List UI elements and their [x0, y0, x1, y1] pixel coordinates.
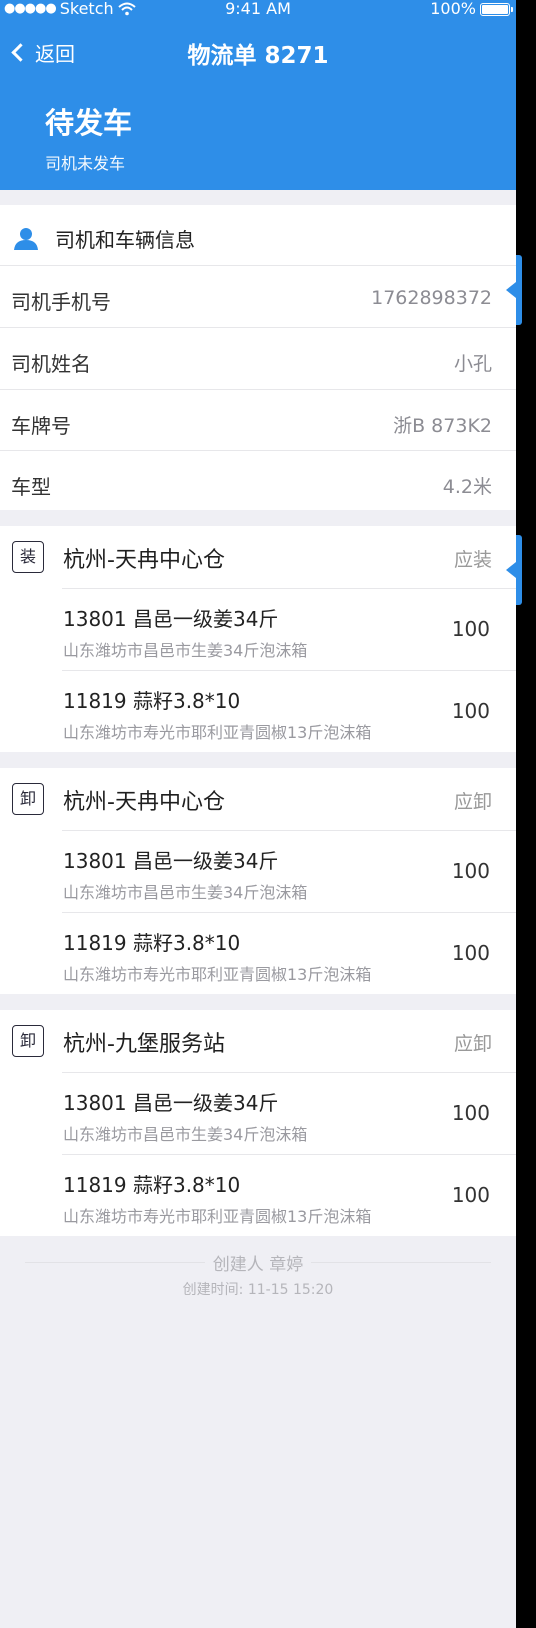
info-value: 小孔	[453, 353, 492, 375]
stop-card[interactable]: 卸 杭州-九堡服务站 应卸 13801 昌邑一级姜34斤 山东潍坊市昌邑市生姜3…	[0, 1010, 516, 1236]
info-label: 车牌号	[11, 414, 71, 438]
stop-card[interactable]: 装 杭州-天冉中心仓 应装 13801 昌邑一级姜34斤 山东潍坊市昌邑市生姜3…	[0, 526, 516, 752]
info-label: 车型	[11, 475, 51, 499]
info-row-name: 司机姓名 小孔	[0, 327, 516, 389]
goods-title: 11819 蒜籽3.8*10	[63, 931, 241, 955]
goods-row: 11819 蒜籽3.8*10 山东潍坊市寿光市耶利亚青圆椒13斤泡沫箱 100	[62, 912, 516, 994]
info-label: 司机手机号	[11, 290, 111, 314]
goods-qty: 100	[451, 941, 490, 965]
goods-title: 13801 昌邑一级姜34斤	[63, 1091, 279, 1115]
driver-info-header: 司机和车辆信息	[0, 205, 516, 265]
goods-row: 13801 昌邑一级姜34斤 山东潍坊市昌邑市生姜34斤泡沫箱 100	[62, 830, 516, 912]
goods-title: 13801 昌邑一级姜34斤	[63, 607, 279, 631]
page-title: 物流单 8271	[187, 43, 329, 69]
stop-header: 卸 杭州-九堡服务站 应卸	[0, 1010, 516, 1072]
status-bar: ●●●●● Sketch 9:41 AM 100%	[0, 0, 516, 20]
driver-info-title: 司机和车辆信息	[55, 228, 195, 252]
goods-title: 11819 蒜籽3.8*10	[63, 689, 241, 713]
order-status: 待发车	[45, 106, 133, 140]
side-handle[interactable]	[506, 255, 522, 325]
goods-desc: 山东潍坊市寿光市耶利亚青圆椒13斤泡沫箱	[63, 965, 372, 984]
goods-qty: 100	[451, 1101, 490, 1125]
status-bar-right: 100%	[430, 0, 513, 18]
info-value: 浙B 873K2	[393, 415, 492, 437]
stop-type: 应卸	[453, 791, 492, 813]
right-edge-strip	[516, 0, 536, 1628]
goods-qty: 100	[451, 699, 490, 723]
stop-name: 杭州-天冉中心仓	[63, 790, 225, 815]
stop-header: 装 杭州-天冉中心仓 应装	[0, 526, 516, 588]
unload-badge: 卸	[12, 1025, 44, 1057]
goods-desc: 山东潍坊市寿光市耶利亚青圆椒13斤泡沫箱	[63, 723, 372, 742]
goods-desc: 山东潍坊市昌邑市生姜34斤泡沫箱	[63, 641, 308, 660]
goods-qty: 100	[451, 617, 490, 641]
goods-desc: 山东潍坊市昌邑市生姜34斤泡沫箱	[63, 1125, 308, 1144]
goods-row: 13801 昌邑一级姜34斤 山东潍坊市昌邑市生姜34斤泡沫箱 100	[62, 1072, 516, 1154]
stop-card[interactable]: 卸 杭州-天冉中心仓 应卸 13801 昌邑一级姜34斤 山东潍坊市昌邑市生姜3…	[0, 768, 516, 994]
goods-desc: 山东潍坊市寿光市耶利亚青圆椒13斤泡沫箱	[63, 1207, 372, 1226]
info-value[interactable]: 1762898372	[371, 287, 492, 309]
goods-desc: 山东潍坊市昌邑市生姜34斤泡沫箱	[63, 883, 308, 902]
info-value: 4.2米	[442, 476, 492, 498]
goods-qty: 100	[451, 859, 490, 883]
goods-row: 13801 昌邑一级姜34斤 山东潍坊市昌邑市生姜34斤泡沫箱 100	[62, 588, 516, 670]
created-time: 创建时间: 11-15 15:20	[182, 1282, 334, 1298]
header: ●●●●● Sketch 9:41 AM 100% 返回 物流单 8271 待发…	[0, 0, 516, 190]
load-badge: 装	[12, 541, 44, 573]
stop-name: 杭州-天冉中心仓	[63, 548, 225, 573]
order-status-detail: 司机未发车	[45, 154, 126, 173]
stop-type: 应装	[453, 549, 492, 571]
unload-badge: 卸	[12, 783, 44, 815]
info-row-plate: 车牌号 浙B 873K2	[0, 389, 516, 451]
driver-info-card: 司机和车辆信息 司机手机号 1762898372 司机姓名 小孔 车牌号 浙B …	[0, 205, 516, 510]
info-label: 司机姓名	[11, 352, 91, 376]
order-detail-page: ●●●●● Sketch 9:41 AM 100% 返回 物流单 8271 待发…	[0, 0, 516, 1628]
creator-label: 创建人 章婷	[204, 1250, 312, 1275]
footer: 创建人 章婷 创建时间: 11-15 15:20	[0, 1250, 516, 1299]
stop-header: 卸 杭州-天冉中心仓 应卸	[0, 768, 516, 830]
goods-row: 11819 蒜籽3.8*10 山东潍坊市寿光市耶利亚青圆椒13斤泡沫箱 100	[62, 670, 516, 752]
goods-row: 11819 蒜籽3.8*10 山东潍坊市寿光市耶利亚青圆椒13斤泡沫箱 100	[62, 1154, 516, 1236]
user-icon	[14, 228, 38, 250]
battery-percent: 100%	[430, 0, 476, 18]
info-row-vehicle-type: 车型 4.2米	[0, 450, 516, 512]
goods-title: 11819 蒜籽3.8*10	[63, 1173, 241, 1197]
side-handle[interactable]	[506, 535, 522, 605]
goods-qty: 100	[451, 1183, 490, 1207]
info-row-phone: 司机手机号 1762898372	[0, 265, 516, 327]
stop-name: 杭州-九堡服务站	[63, 1032, 225, 1057]
battery-icon	[480, 2, 513, 16]
goods-title: 13801 昌邑一级姜34斤	[63, 849, 279, 873]
stop-type: 应卸	[453, 1033, 492, 1055]
nav-bar: 返回 物流单 8271	[0, 30, 516, 74]
